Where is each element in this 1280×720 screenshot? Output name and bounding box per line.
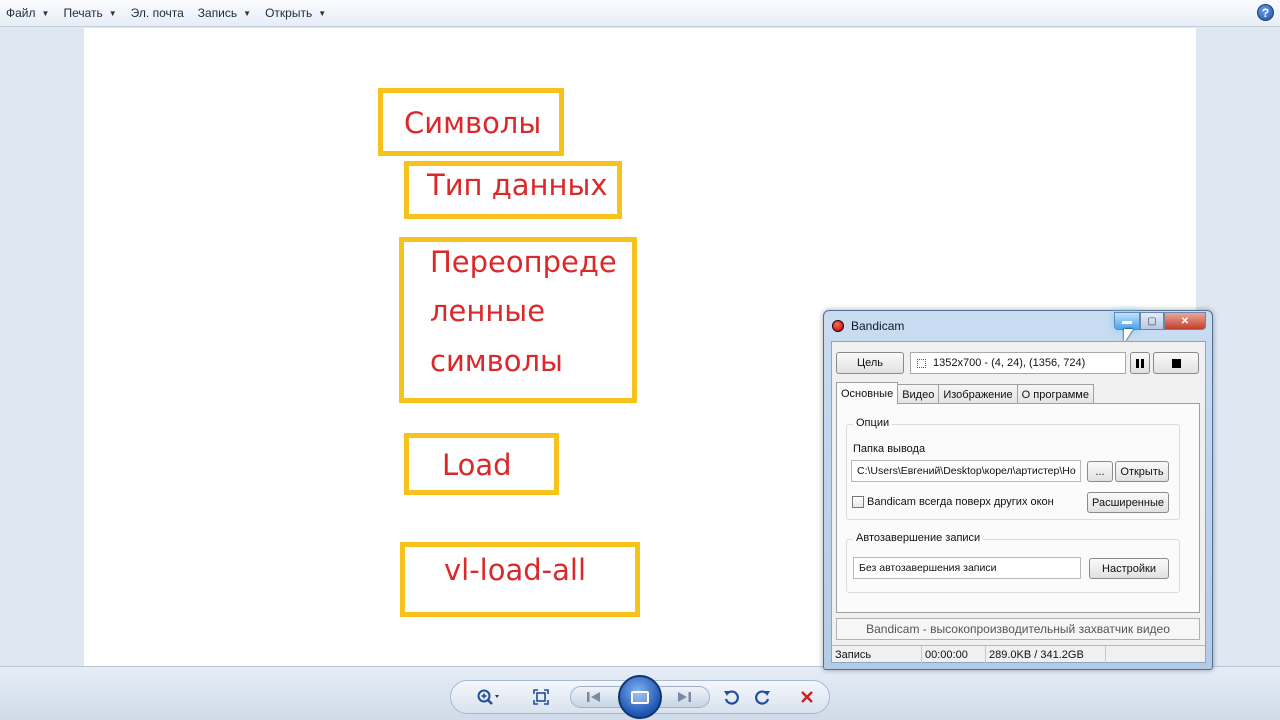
word-vl-load-all: vl-load-all (444, 553, 587, 587)
rotate-clockwise-icon[interactable] (752, 686, 774, 708)
target-button[interactable]: Цель (836, 352, 904, 374)
next-icon[interactable] (672, 688, 696, 706)
chevron-down-icon: ▼ (41, 8, 50, 18)
close-button[interactable]: ✕ (1164, 312, 1206, 330)
bandicam-window: Bandicam ▬ ▢ ✕ Цель 1352x700 - (4, 24), … (823, 310, 1213, 670)
menu-email[interactable]: Эл. почта (131, 6, 184, 20)
autostop-field[interactable]: Без автозавершения записи (853, 557, 1081, 579)
zoom-icon[interactable] (474, 686, 504, 708)
menu-open-label: Открыть (265, 6, 313, 20)
delete-icon[interactable] (796, 686, 818, 708)
open-folder-button[interactable]: Открыть (1115, 461, 1169, 482)
chevron-down-icon: ▼ (108, 8, 117, 18)
fit-to-window-icon[interactable] (530, 686, 552, 708)
maximize-icon: ▢ (1147, 315, 1157, 327)
region-icon (917, 358, 926, 368)
slideshow-glyph (631, 690, 649, 704)
region-value: 1352x700 - (4, 24), (1356, 724) (933, 357, 1086, 369)
output-folder-field[interactable]: C:\Users\Евгений\Desktop\корел\артистер\… (851, 460, 1081, 482)
menu-open[interactable]: Открыть ▼ (265, 6, 326, 20)
menu-bar: Файл ▼ Печать ▼ Эл. почта Запись ▼ Открыть ▼… (0, 0, 1280, 27)
word-symbols: Символы (404, 106, 542, 140)
word-redefined-line2: ленные (430, 294, 546, 328)
bandicam-title: Bandicam (851, 319, 905, 333)
word-redefined-line3: символы (430, 344, 563, 378)
browse-button[interactable]: ... (1087, 461, 1113, 482)
options-group-label: Опции (853, 417, 893, 429)
word-data-type: Тип данных (427, 168, 608, 202)
advanced-button[interactable]: Расширенные (1087, 492, 1169, 513)
pause-icon (1136, 358, 1144, 368)
status-state: Запись (832, 646, 922, 663)
word-load: Load (442, 448, 512, 482)
settings-button[interactable]: Настройки (1089, 558, 1169, 579)
menu-burn-label: Запись (197, 6, 238, 20)
status-time: 00:00:00 (922, 646, 986, 663)
general-tab-panel: Опции Папка вывода C:\Users\Евгений\Desk… (836, 403, 1200, 613)
pause-button[interactable] (1130, 352, 1150, 374)
menu-email-label: Эл. почта (130, 6, 184, 20)
slideshow-icon[interactable] (618, 675, 662, 719)
region-field[interactable]: 1352x700 - (4, 24), (1356, 724) (910, 352, 1126, 374)
close-icon: ✕ (1180, 315, 1190, 327)
autostop-group-label: Автозавершение записи (853, 532, 984, 544)
tab-about[interactable]: О программе (1016, 384, 1094, 404)
menu-burn[interactable]: Запись ▼ (198, 6, 251, 20)
bandicam-banner[interactable]: Bandicam - высокопроизводительный захват… (836, 618, 1200, 640)
help-icon[interactable]: ? (1257, 4, 1274, 21)
status-size: 289.0KB / 341.2GB (986, 646, 1106, 663)
maximize-button[interactable]: ▢ (1140, 312, 1164, 330)
window-controls: ▬ ▢ ✕ (1114, 312, 1206, 330)
tab-video[interactable]: Видео (897, 384, 940, 404)
menu-print-label: Печать (63, 6, 103, 20)
tab-bar: Основные Видео Изображение О программе (836, 382, 1094, 404)
tab-general[interactable]: Основные (836, 382, 899, 404)
minimize-button[interactable]: ▬ (1114, 312, 1140, 330)
chevron-down-icon: ▼ (318, 8, 327, 18)
tab-image[interactable]: Изображение (938, 384, 1018, 404)
stop-button[interactable] (1153, 352, 1199, 374)
viewer-toolbar (0, 666, 1280, 720)
previous-icon[interactable] (582, 688, 606, 706)
always-on-top-label: Bandicam всегда поверх других окон (867, 496, 1054, 508)
always-on-top-checkbox[interactable] (852, 496, 864, 508)
menu-print[interactable]: Печать ▼ (63, 6, 116, 20)
bandicam-titlebar[interactable]: Bandicam ▬ ▢ ✕ (824, 311, 1212, 343)
stop-icon (1171, 358, 1181, 368)
menu-file[interactable]: Файл ▼ (6, 6, 49, 20)
bandicam-client: Цель 1352x700 - (4, 24), (1356, 724) Осн… (831, 341, 1206, 663)
output-folder-label: Папка вывода (853, 443, 926, 455)
word-redefined-line1: Переопреде (430, 245, 617, 279)
rotate-counterclockwise-icon[interactable] (720, 686, 742, 708)
chevron-down-icon: ▼ (243, 8, 252, 18)
minimize-icon: ▬ (1122, 315, 1132, 327)
record-icon (832, 320, 844, 332)
status-bar: Запись 00:00:00 289.0KB / 341.2GB (832, 645, 1205, 663)
menu-file-label: Файл (6, 6, 36, 20)
